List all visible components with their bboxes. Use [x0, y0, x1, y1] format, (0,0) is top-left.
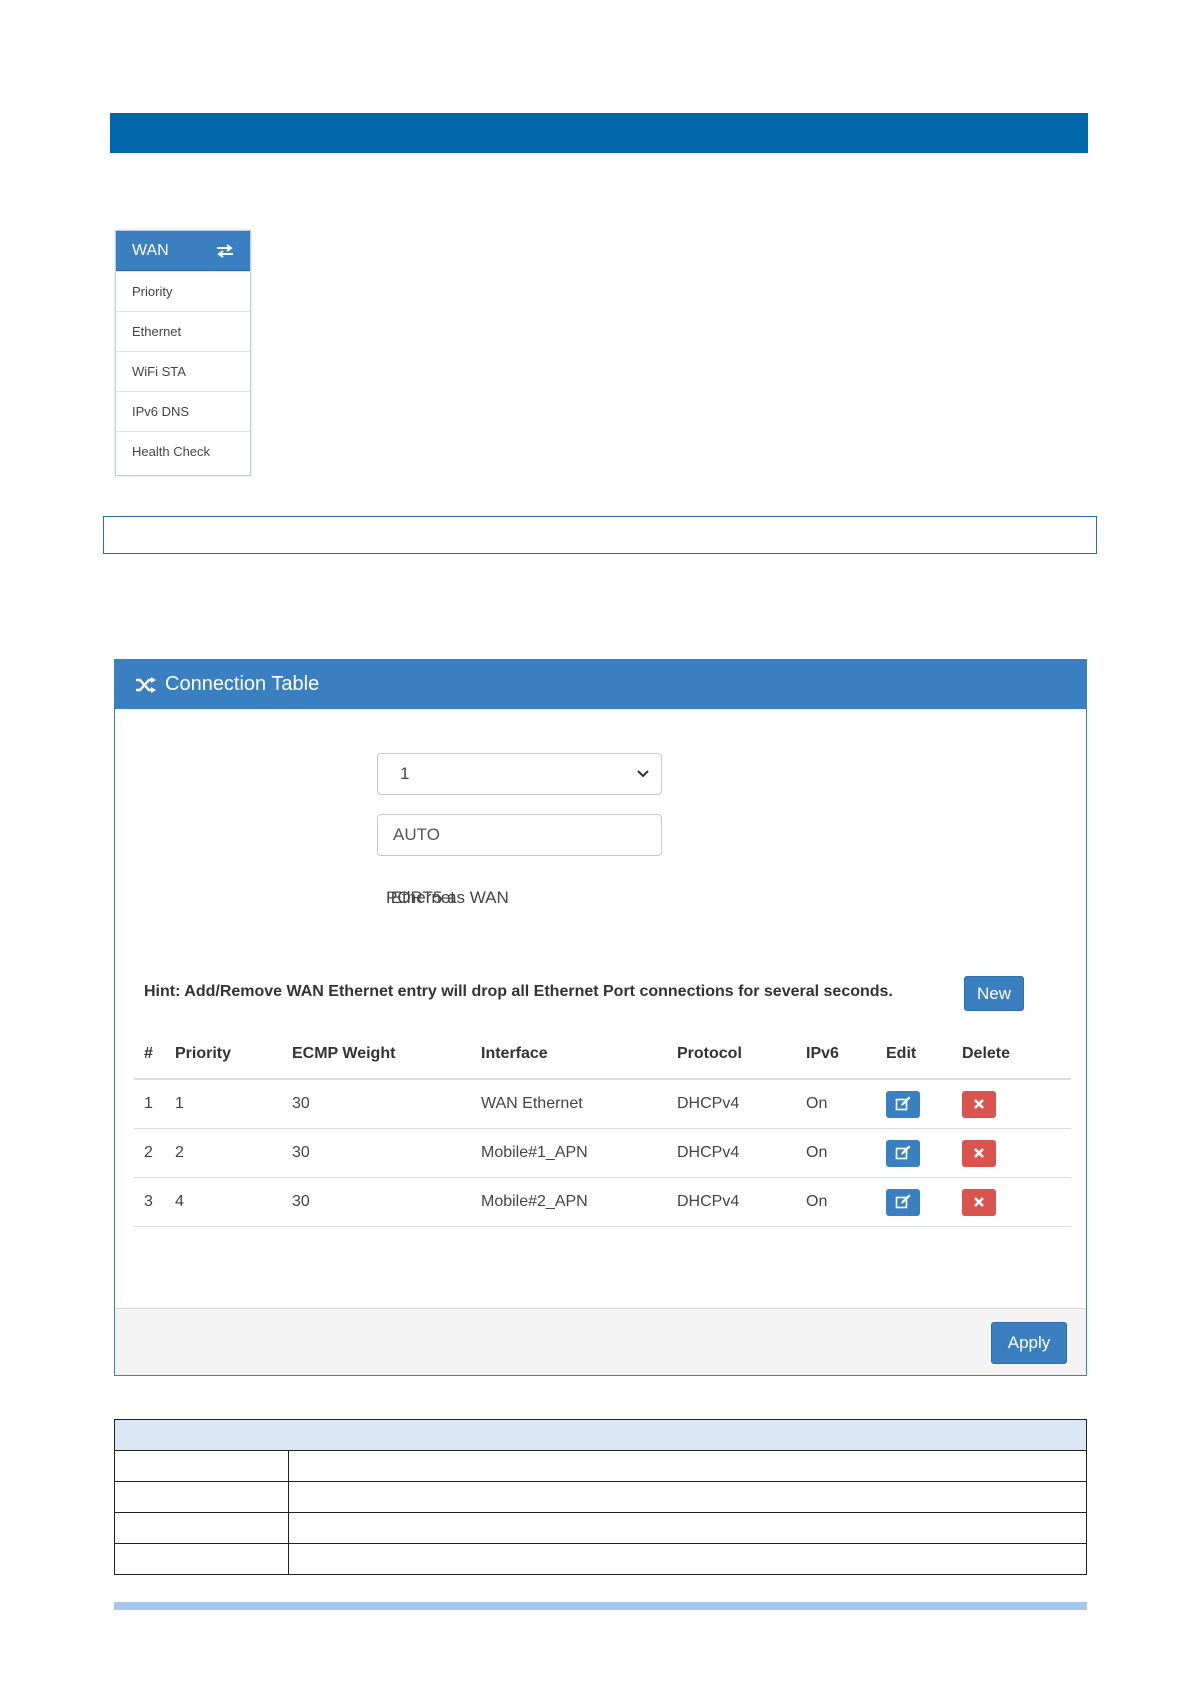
profile-select[interactable]: 1	[377, 753, 662, 795]
grid-row	[114, 1512, 1088, 1544]
wan-menu-item-wifi-sta[interactable]: WiFi STA	[116, 351, 250, 391]
connection-table-panel: Connection Table Profile 1 Name Ethernet…	[114, 659, 1087, 1376]
chevron-down-icon	[637, 770, 649, 778]
grid-cell	[114, 1450, 289, 1482]
cell-priority: 4	[175, 1177, 292, 1227]
swap-arrows-icon[interactable]	[216, 243, 234, 258]
col-header-priority: Priority	[175, 1030, 292, 1080]
cell-num: 1	[134, 1079, 175, 1129]
cell-weight: 30	[292, 1177, 481, 1227]
cell-ipv6: On	[806, 1128, 886, 1178]
grid-cell	[114, 1481, 289, 1513]
empty-grid-table	[114, 1419, 1088, 1575]
cell-protocol: DHCPv4	[677, 1177, 806, 1227]
grid-cell	[287, 1481, 1088, 1513]
cell-interface: Mobile#2_APN	[481, 1177, 677, 1227]
edit-button[interactable]	[886, 1188, 920, 1216]
profile-select-value: 1	[400, 764, 410, 783]
grid-cell	[114, 1543, 289, 1575]
hint-text: Hint: Add/Remove WAN Ethernet entry will…	[144, 983, 893, 1000]
grid-row	[114, 1450, 1088, 1482]
edit-icon	[895, 1194, 911, 1209]
wan-menu-header[interactable]: WAN	[116, 231, 250, 271]
col-header-delete: Delete	[962, 1030, 1071, 1080]
wan-menu-item-ethernet[interactable]: Ethernet	[116, 311, 250, 351]
grid-cell	[114, 1512, 289, 1544]
col-header-protocol: Protocol	[677, 1030, 806, 1080]
delete-button[interactable]	[962, 1139, 996, 1167]
edit-button[interactable]	[886, 1090, 920, 1118]
grid-cell	[287, 1543, 1088, 1575]
col-header-interface: Interface	[481, 1030, 677, 1080]
cell-interface: Mobile#1_APN	[481, 1128, 677, 1178]
wan-menu-title: WAN	[132, 241, 169, 259]
panel-header: Connection Table	[115, 660, 1086, 709]
grid-header-cell	[114, 1419, 1087, 1451]
delete-button[interactable]	[962, 1188, 996, 1216]
col-header-ipv6: IPv6	[806, 1030, 886, 1080]
cell-delete	[962, 1128, 1071, 1178]
col-header-edit: Edit	[886, 1030, 962, 1080]
cell-edit	[886, 1079, 962, 1129]
ethernet-value: PORT5 as WAN	[386, 888, 509, 907]
bottom-bar	[114, 1602, 1087, 1610]
cell-ipv6: On	[806, 1177, 886, 1227]
grid-row	[114, 1543, 1088, 1575]
col-header-num: #	[134, 1030, 175, 1080]
panel-title: Connection Table	[165, 673, 320, 695]
grid-cell	[287, 1450, 1088, 1482]
wan-menu-item-health-check[interactable]: Health Check	[116, 431, 250, 471]
cell-delete	[962, 1079, 1071, 1129]
grid-header-row	[114, 1419, 1087, 1451]
grid-row	[114, 1481, 1088, 1513]
apply-button[interactable]: Apply	[991, 1322, 1067, 1364]
grid-cell	[287, 1512, 1088, 1544]
cell-delete	[962, 1177, 1071, 1227]
cell-num: 3	[134, 1177, 175, 1227]
cell-edit	[886, 1128, 962, 1178]
table-row: 3 4 30 Mobile#2_APN DHCPv4 On	[134, 1177, 1071, 1227]
new-button[interactable]: New	[964, 976, 1024, 1011]
table-row: 2 2 30 Mobile#1_APN DHCPv4 On	[134, 1128, 1071, 1178]
wan-menu: WAN Priority Ethernet WiFi STA IPv6 DNS …	[115, 230, 251, 476]
table-row: 1 1 30 WAN Ethernet DHCPv4 On	[134, 1079, 1071, 1129]
connection-table: # Priority ECMP Weight Interface Protoco…	[134, 1030, 1071, 1227]
cell-weight: 30	[292, 1079, 481, 1129]
close-icon	[974, 1148, 984, 1158]
cell-ipv6: On	[806, 1079, 886, 1129]
cell-edit	[886, 1177, 962, 1227]
shuffle-icon	[136, 676, 156, 693]
cell-num: 2	[134, 1128, 175, 1178]
close-icon	[974, 1197, 984, 1207]
cell-weight: 30	[292, 1128, 481, 1178]
cell-priority: 2	[175, 1128, 292, 1178]
close-icon	[974, 1099, 984, 1109]
panel-footer: Apply	[115, 1308, 1086, 1375]
edit-icon	[895, 1096, 911, 1111]
delete-button[interactable]	[962, 1090, 996, 1118]
wan-menu-item-ipv6-dns[interactable]: IPv6 DNS	[116, 391, 250, 431]
cell-protocol: DHCPv4	[677, 1079, 806, 1129]
top-banner	[110, 113, 1088, 153]
outline-box	[103, 516, 1097, 554]
col-header-ecmp-weight: ECMP Weight	[292, 1030, 481, 1080]
edit-icon	[895, 1145, 911, 1160]
table-header-row: # Priority ECMP Weight Interface Protoco…	[134, 1030, 1071, 1080]
cell-priority: 1	[175, 1079, 292, 1129]
name-input[interactable]	[377, 814, 662, 856]
cell-protocol: DHCPv4	[677, 1128, 806, 1178]
cell-interface: WAN Ethernet	[481, 1079, 677, 1129]
edit-button[interactable]	[886, 1139, 920, 1167]
wan-menu-item-priority[interactable]: Priority	[116, 271, 250, 311]
